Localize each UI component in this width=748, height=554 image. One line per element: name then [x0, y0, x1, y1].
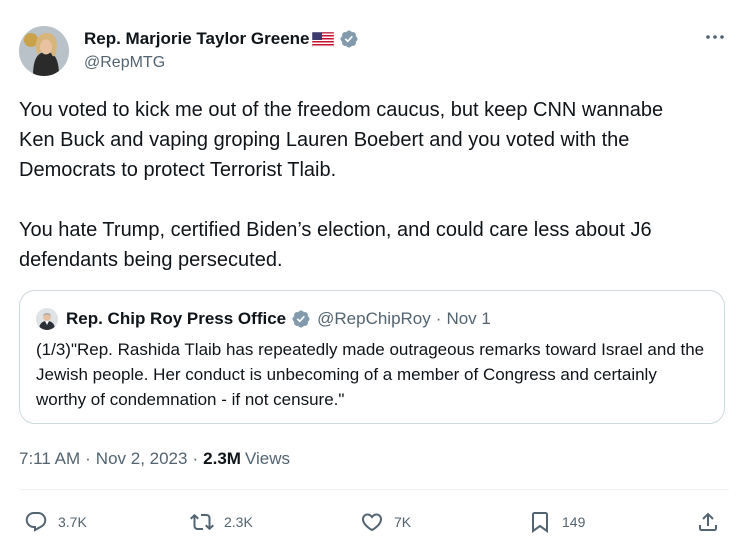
bookmark-button[interactable]: 149 [528, 505, 585, 539]
author-name[interactable]: Rep. Marjorie Taylor Greene [84, 29, 309, 49]
heart-icon [361, 513, 383, 532]
divider [19, 489, 729, 490]
like-count: 7K [394, 514, 412, 530]
author-name-row: Rep. Marjorie Taylor Greene [84, 28, 359, 50]
us-flag-icon [312, 31, 335, 47]
verified-badge-icon [292, 310, 310, 328]
repost-icon [190, 513, 214, 531]
bookmark-icon [532, 512, 548, 533]
views-label: Views [244, 449, 290, 468]
quoted-date: Nov 1 [446, 309, 491, 328]
reply-button[interactable]: 3.7K [24, 505, 87, 539]
quoted-header: Rep. Chip Roy Press Office @RepChipRoy ·… [66, 308, 491, 330]
share-icon [699, 512, 717, 531]
separator-dot: · [435, 309, 442, 328]
reply-icon [25, 512, 47, 532]
reply-count: 3.7K [58, 514, 87, 530]
action-bar: 3.7K 2.3K 7K 149 [0, 505, 748, 539]
like-button[interactable]: 7K [360, 505, 411, 539]
views-count[interactable]: 2.3M [203, 449, 241, 469]
quoted-author-avatar [36, 308, 58, 330]
repost-button[interactable]: 2.3K [190, 505, 253, 539]
quoted-tweet[interactable]: Rep. Chip Roy Press Office @RepChipRoy ·… [19, 290, 725, 424]
bookmark-count: 149 [562, 514, 586, 530]
tweet-text: You voted to kick me out of the freedom … [19, 99, 664, 271]
quoted-text: (1/3)"Rep. Rashida Tlaib has repeatedly … [36, 340, 705, 409]
tweet-time[interactable]: 7:11 AM [19, 449, 80, 469]
author-avatar[interactable] [19, 26, 69, 76]
quoted-author-name: Rep. Chip Roy Press Office [66, 309, 287, 328]
verified-badge-icon[interactable] [339, 29, 359, 49]
author-handle[interactable]: @RepMTG [84, 54, 165, 72]
separator-dot: · [192, 449, 199, 468]
separator-dot: · [85, 449, 91, 468]
tweet-meta: 7:11 AM · Nov 2, 2023 · 2.3M Views [19, 447, 290, 471]
tweet-date[interactable]: Nov 2, 2023 [96, 449, 188, 469]
repost-count: 2.3K [224, 514, 253, 530]
quoted-author-handle: @RepChipRoy [317, 309, 431, 328]
share-button[interactable] [696, 505, 720, 539]
more-horizontal-icon[interactable] [704, 30, 726, 44]
